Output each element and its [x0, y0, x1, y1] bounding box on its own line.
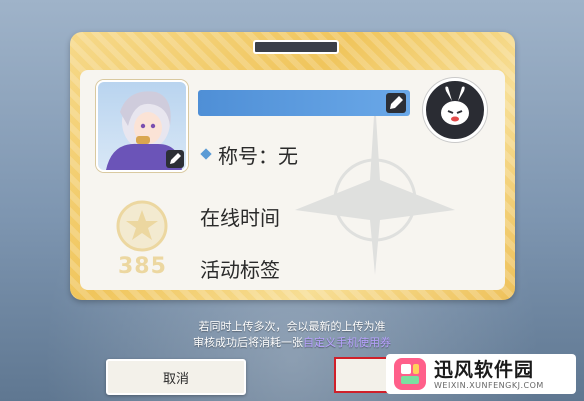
cancel-button[interactable]: 取消 [106, 359, 246, 395]
consume-notice-text: 审核成功后将消耗一张 [193, 336, 303, 349]
nickname-edit-icon[interactable] [386, 93, 406, 113]
card-handle [253, 40, 339, 54]
consume-notice: 审核成功后将消耗一张自定义手机使用券 [0, 334, 584, 350]
star-icon [114, 198, 170, 258]
avatar[interactable] [96, 80, 188, 172]
upload-notice: 若同时上传多次，会以最新的上传为准 [198, 320, 386, 333]
profile-panel: 称号：无 385 在线时间 活动标签 [80, 70, 505, 290]
online-time-label: 在线时间 [200, 206, 280, 230]
avatar-edit-icon[interactable] [166, 150, 184, 168]
watermark: 迅风软件园 WEIXIN.XUNFENGKJ.COM [386, 354, 576, 394]
title-label: 称号：无 [218, 143, 298, 168]
activity-tag-label: 活动标签 [200, 258, 280, 282]
rabbit-badge-icon[interactable] [423, 78, 487, 142]
watermark-url: WEIXIN.XUNFENGKJ.COM [434, 380, 544, 390]
nickname-field[interactable] [198, 90, 410, 116]
profile-card: 称号：无 385 在线时间 活动标签 [70, 32, 515, 300]
brand-logo-icon [394, 358, 426, 390]
title-row: 称号：无 [200, 140, 298, 168]
watermark-text: 迅风软件园 WEIXIN.XUNFENGKJ.COM [434, 359, 544, 390]
diamond-icon [200, 148, 212, 160]
watermark-title: 迅风软件园 [434, 358, 535, 381]
ticket-name: 自定义手机使用券 [303, 336, 391, 349]
level-number: 385 [118, 254, 167, 279]
